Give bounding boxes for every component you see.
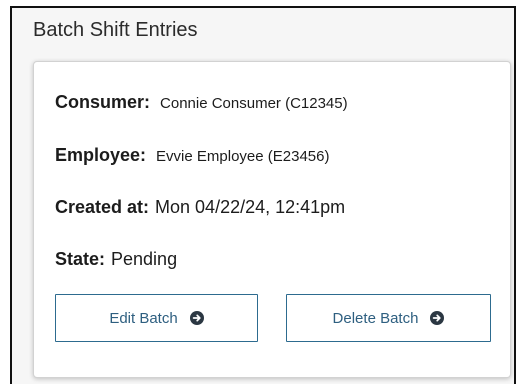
circle-arrow-right-icon — [430, 311, 445, 325]
consumer-colon: : — [144, 92, 151, 112]
panel-title: Batch Shift Entries — [33, 19, 198, 41]
state-value: Pending — [111, 249, 178, 269]
batch-shift-entries-panel: Batch Shift Entries Consumer: Connie Con… — [10, 6, 516, 384]
edit-batch-button[interactable]: Edit Batch — [55, 294, 258, 342]
state-colon: : — [99, 249, 106, 269]
created-at-label: Created at — [55, 197, 144, 217]
consumer-value: Connie Consumer (C12345) — [160, 95, 348, 112]
state-row: State: Pending — [55, 249, 177, 270]
employee-label: Employee — [55, 145, 141, 165]
consumer-row: Consumer: Connie Consumer (C12345) — [55, 92, 348, 113]
created-at-row: Created at: Mon 04/22/24, 12:41pm — [55, 197, 345, 218]
employee-value: Evvie Employee (E23456) — [156, 148, 330, 165]
delete-batch-label: Delete Batch — [332, 309, 419, 327]
created-at-value: Mon 04/22/24, 12:41pm — [155, 197, 346, 217]
state-label: State — [55, 249, 100, 269]
employee-row: Employee: Evvie Employee (E23456) — [55, 145, 329, 166]
circle-arrow-right-icon — [189, 311, 204, 325]
consumer-label: Consumer — [55, 92, 145, 112]
created-at-colon: : — [143, 197, 150, 217]
employee-colon: : — [140, 145, 147, 165]
batch-details-card: Consumer: Connie Consumer (C12345) Emplo… — [33, 61, 511, 378]
edit-batch-label: Edit Batch — [109, 309, 178, 327]
delete-batch-button[interactable]: Delete Batch — [286, 294, 491, 342]
